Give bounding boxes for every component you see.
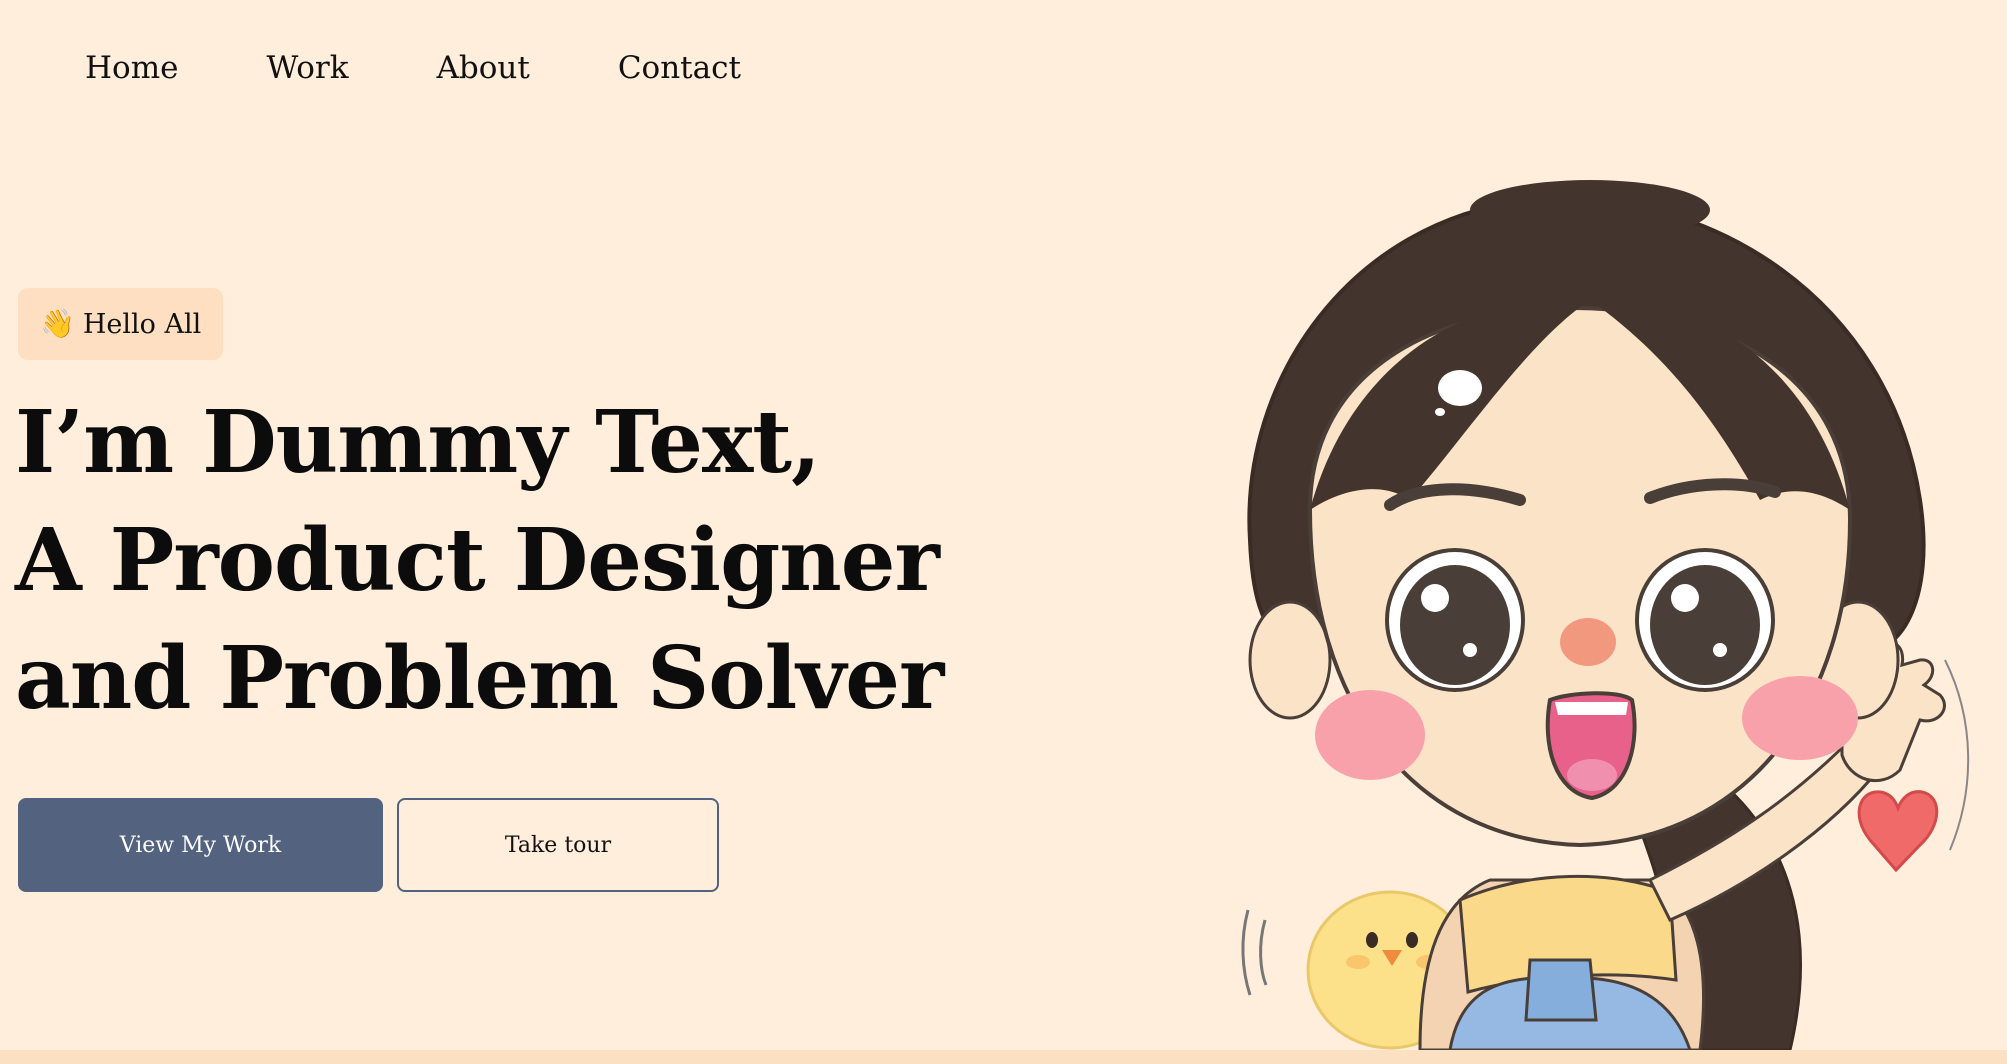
- nav-work[interactable]: Work: [266, 50, 348, 86]
- view-my-work-button[interactable]: View My Work: [18, 798, 383, 892]
- take-tour-button[interactable]: Take tour: [397, 798, 719, 892]
- headline-line-2: A Product Designer: [15, 510, 940, 611]
- headline-line-3: and Problem Solver: [15, 628, 944, 729]
- heart-icon: [1857, 790, 1939, 873]
- greeting-badge: 👋 Hello All: [18, 288, 224, 360]
- bottom-divider: [0, 1050, 2007, 1064]
- landing-page: Home Work About Contact 👋 Hello All I’m …: [0, 0, 2007, 1064]
- greeting-text: Hello All: [82, 308, 202, 340]
- headline-line-1: I’m Dummy Text,: [15, 392, 821, 493]
- nav-contact[interactable]: Contact: [618, 50, 741, 86]
- nav-about[interactable]: About: [436, 50, 529, 86]
- hero-headline: I’m Dummy Text, A Product Designer and P…: [15, 384, 944, 738]
- main-nav: Home Work About Contact: [85, 50, 741, 86]
- waving-girl-illustration: [1241, 180, 1970, 1050]
- nav-home[interactable]: Home: [85, 50, 178, 86]
- waving-hand-icon: 👋: [40, 307, 75, 340]
